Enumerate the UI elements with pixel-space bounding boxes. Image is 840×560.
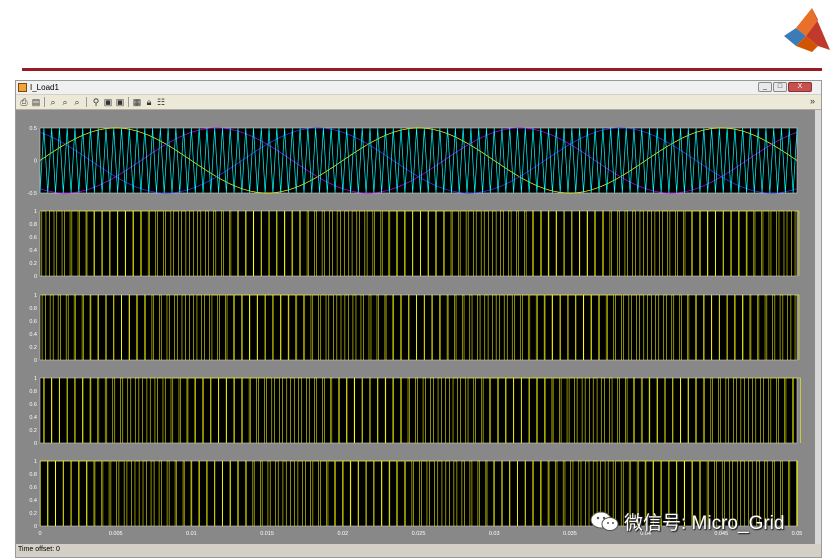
x-tick-label: 0.02 xyxy=(337,531,348,537)
toolbar-overflow-icon[interactable]: » xyxy=(810,96,815,106)
watermark-text: 微信号: Micro_Grid xyxy=(624,512,785,534)
vertical-scrollbar[interactable] xyxy=(815,110,821,544)
x-tick-label: 0.01 xyxy=(186,531,197,537)
toolbar-separator xyxy=(128,97,129,107)
y-tick-label: 0.4 xyxy=(29,415,37,421)
axes-3 xyxy=(39,294,798,361)
print-icon[interactable]: ⎙ xyxy=(19,97,29,107)
y-tick-label: 1 xyxy=(34,376,37,382)
x-tick-label: 0.025 xyxy=(412,531,426,537)
window-title: I_Load1 xyxy=(30,83,59,92)
minimize-button[interactable]: _ xyxy=(758,82,772,92)
toolbar-separator xyxy=(44,97,45,107)
wechat-icon xyxy=(590,511,619,531)
lock-icon[interactable]: 🔒︎ xyxy=(144,97,154,107)
x-tick-label: 0.005 xyxy=(109,531,123,537)
y-tick-label: 0.8 xyxy=(29,472,37,478)
y-tick-label: 1 xyxy=(34,459,37,465)
parameters-icon[interactable]: ▤ xyxy=(31,97,41,107)
x-tick-label: 0.015 xyxy=(260,531,274,537)
y-tick-label: 0.6 xyxy=(29,319,37,325)
scope-app-icon xyxy=(18,83,27,92)
signal-selection-icon[interactable]: ☷ xyxy=(156,97,166,107)
plot-area: 0.5 0 -0.5 1 0.8 0.6 0.4 0.2 0 1 0.8 0.6 0.4 0.2 0 1 0.8… xyxy=(16,110,815,544)
time-offset-value: 0 xyxy=(56,546,60,553)
y-tick-label: 0.8 xyxy=(29,306,37,312)
axes-4 xyxy=(39,377,798,444)
x-tick-label: 0.05 xyxy=(792,531,803,537)
y-tick-label: 0.2 xyxy=(29,345,37,351)
y-tick-label: 0.2 xyxy=(29,428,37,434)
x-tick-label: 0.035 xyxy=(563,531,577,537)
y-tick-label: 0.6 xyxy=(29,402,37,408)
restore-axes-icon[interactable]: ▣ xyxy=(115,97,125,107)
y-tick-label: 0.5 xyxy=(29,126,37,132)
y-tick-label: 0 xyxy=(34,159,37,165)
close-button[interactable]: X xyxy=(788,82,812,92)
matlab-logo xyxy=(784,8,830,52)
toolbar: ⎙ ▤ ⌕ ⌕ ⌕ ⚲ ▣ ▣ ▦ 🔒︎ ☷ » xyxy=(16,95,821,110)
zoom-x-icon[interactable]: ⌕ xyxy=(60,97,70,107)
x-tick-label: 0 xyxy=(38,531,41,537)
scope-window: I_Load1 _ □ X ⎙ ▤ ⌕ ⌕ ⌕ ⚲ ▣ ▣ ▦ 🔒︎ ☷ » 0… xyxy=(15,80,822,558)
y-tick-label: 0 xyxy=(34,524,37,530)
y-tick-label: 0 xyxy=(34,274,37,280)
y-tick-label: 0.6 xyxy=(29,235,37,241)
x-tick-label: 0.03 xyxy=(489,531,500,537)
y-tick-label: 0.2 xyxy=(29,261,37,267)
y-tick-label: 0.4 xyxy=(29,248,37,254)
y-tick-label: 0 xyxy=(34,358,37,364)
status-bar: Time offset: 0 xyxy=(16,544,821,557)
toolbar-separator xyxy=(86,97,87,107)
autoscale-icon[interactable]: ⚲ xyxy=(91,97,101,107)
zoom-in-icon[interactable]: ⌕ xyxy=(48,97,58,107)
y-tick-label: -0.5 xyxy=(28,191,37,197)
title-bar: I_Load1 _ □ X xyxy=(16,81,821,94)
save-axes-icon[interactable]: ▣ xyxy=(103,97,113,107)
time-offset-label: Time offset: xyxy=(18,546,55,553)
floating-scope-icon[interactable]: ▦ xyxy=(132,97,142,107)
y-tick-label: 0.8 xyxy=(29,389,37,395)
watermark: 微信号: Micro_Grid xyxy=(590,506,784,536)
y-tick-label: 1 xyxy=(34,293,37,299)
y-tick-label: 0.6 xyxy=(29,485,37,491)
slide-divider xyxy=(22,68,822,71)
y-tick-label: 0.4 xyxy=(29,332,37,338)
y-tick-label: 0 xyxy=(34,441,37,447)
y-tick-label: 0.8 xyxy=(29,222,37,228)
zoom-y-icon[interactable]: ⌕ xyxy=(72,97,82,107)
y-tick-label: 0.4 xyxy=(29,498,37,504)
y-tick-label: 0.2 xyxy=(29,511,37,517)
y-tick-label: 1 xyxy=(34,209,37,215)
maximize-button[interactable]: □ xyxy=(773,82,787,92)
scope-plots: 0.5 0 -0.5 1 0.8 0.6 0.4 0.2 0 1 0.8 0.6 0.4 0.2 0 1 0.8… xyxy=(28,126,803,537)
